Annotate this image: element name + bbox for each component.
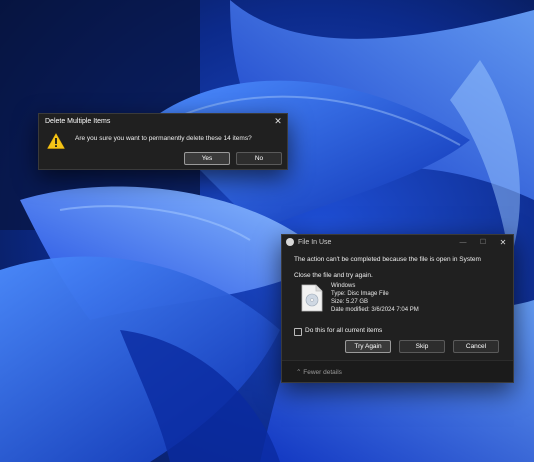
app-icon: [286, 238, 294, 246]
checkbox-label[interactable]: Do this for all current items: [305, 327, 382, 334]
chevron-up-icon: ⌃: [296, 369, 302, 376]
close-icon[interactable]: ✕: [269, 116, 287, 127]
dialog-titlebar: Delete Multiple Items ✕: [39, 114, 287, 129]
dialog-title: File In Use: [298, 238, 332, 246]
dialog-title: Delete Multiple Items: [45, 118, 111, 125]
dialog-titlebar: File In Use — ☐ ✕: [282, 235, 513, 249]
fewer-details-toggle[interactable]: ⌃ Fewer details: [296, 368, 342, 376]
maximize-icon[interactable]: ☐: [473, 238, 493, 246]
close-icon[interactable]: ✕: [493, 238, 513, 247]
file-type: Type: Disc Image File: [331, 291, 389, 297]
warning-icon: [47, 133, 65, 149]
fewer-details-label: Fewer details: [303, 369, 342, 376]
instruction-text: Close the file and try again.: [294, 272, 373, 279]
dialog-body: Are you sure you want to permanently del…: [39, 129, 287, 153]
cancel-button[interactable]: Cancel: [453, 340, 499, 353]
minimize-icon[interactable]: —: [453, 239, 473, 246]
apply-to-all-checkbox[interactable]: [294, 328, 302, 336]
desktop-wallpaper: [0, 0, 534, 462]
delete-multiple-items-dialog: Delete Multiple Items ✕ Are you sure you…: [38, 113, 288, 170]
error-message: The action can't be completed because th…: [294, 256, 481, 263]
file-name: Windows: [331, 283, 356, 289]
no-button[interactable]: No: [236, 152, 282, 165]
yes-button[interactable]: Yes: [184, 152, 230, 165]
file-size: Size: 5.27 GB: [331, 299, 369, 305]
skip-button[interactable]: Skip: [399, 340, 445, 353]
file-in-use-dialog: File In Use — ☐ ✕ The action can't be co…: [281, 234, 514, 383]
try-again-button[interactable]: Try Again: [345, 340, 391, 353]
dialog-footer: ⌃ Fewer details: [282, 360, 513, 382]
disc-image-file-icon: [301, 284, 323, 312]
file-date-modified: Date modified: 3/6/2024 7:04 PM: [331, 307, 419, 313]
confirmation-message: Are you sure you want to permanently del…: [75, 135, 252, 142]
